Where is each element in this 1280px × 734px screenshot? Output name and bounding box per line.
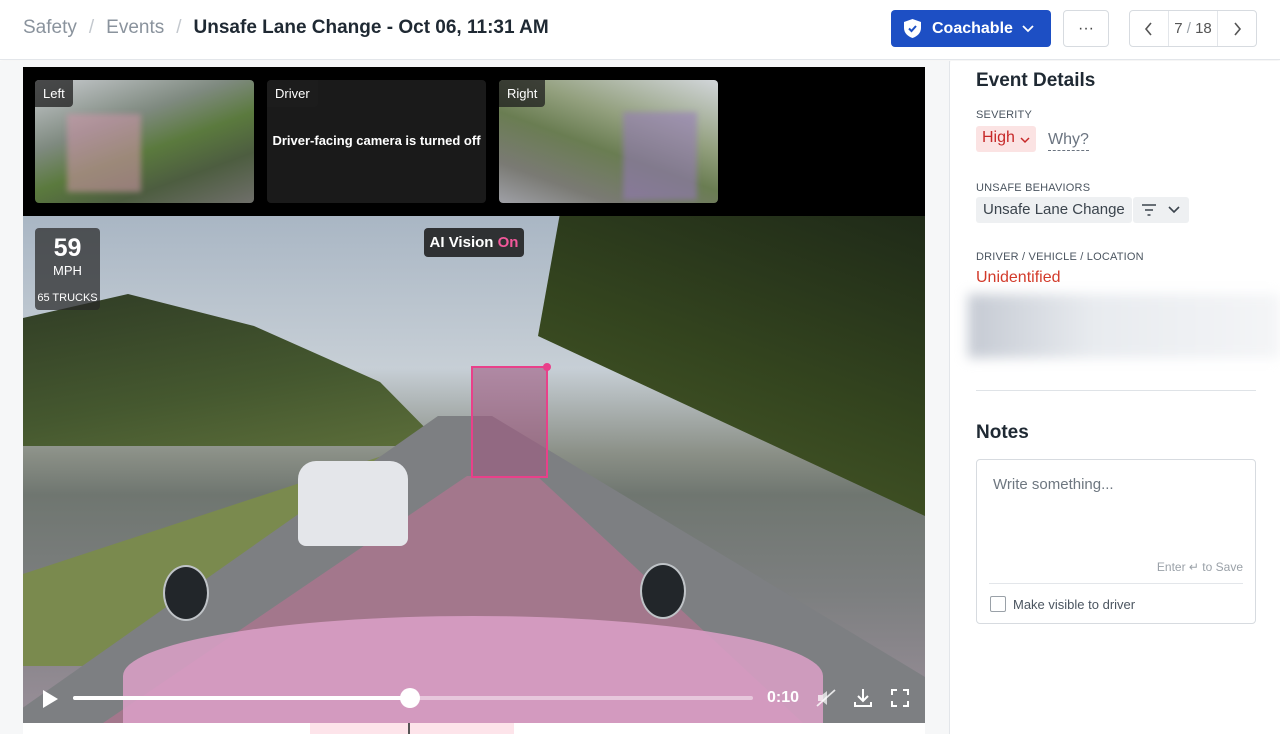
camera-thumbnail-driver[interactable]: Driver Driver-facing camera is turned of… [267,80,486,203]
event-details-heading: Event Details [976,70,1096,91]
breadcrumb: Safety / Events / Unsafe Lane Change - O… [23,17,549,39]
detection-marker [543,363,551,371]
shield-check-icon [904,19,921,38]
camera-label-right: Right [499,80,546,107]
driver-camera-off-message: Driver-facing camera is turned off [272,133,481,148]
severity-why-link[interactable]: Why? [1048,131,1089,151]
play-icon[interactable] [41,690,59,708]
visible-to-driver-label[interactable]: Make visible to driver [1013,597,1135,612]
scene-trees-left [23,294,443,446]
notes-divider [989,583,1243,584]
severity-label: SEVERITY [976,109,1033,121]
coachable-button[interactable]: Coachable [891,10,1051,47]
right-mirror [640,563,686,619]
chevron-down-icon [1022,25,1034,33]
video-time: 0:10 [767,689,800,706]
notes-input[interactable] [993,476,1239,493]
scrubber-progress [73,696,410,700]
breadcrumb-safety[interactable]: Safety [23,17,77,39]
pager-current: 7 [1174,20,1183,37]
behavior-filter-dropdown[interactable] [1133,197,1189,223]
event-timeline[interactable] [23,723,925,734]
timeline-cursor [408,723,410,734]
previous-event-button[interactable] [1130,11,1168,46]
speed-unit: MPH [53,263,82,278]
camera-strip: Left Driver Driver-facing camera is turn… [23,67,925,216]
notes-heading: Notes [976,422,1029,443]
save-hint: Enter ↵ to Save [1156,560,1243,574]
camera-label-left: Left [35,80,73,107]
camera-thumbnail-left[interactable]: Left [35,80,254,203]
video-controls: 0:10 [23,681,925,723]
driver-vehicle-location-label: DRIVER / VEHICLE / LOCATION [976,251,1144,263]
coachable-label: Coachable [932,19,1013,37]
chevron-left-icon [1144,21,1152,36]
section-divider [976,390,1256,391]
speed-value: 59 [53,234,82,262]
ai-vision-label: AI Vision [429,234,494,251]
speed-indicator: 59 MPH 65 TRUCKS [35,228,100,310]
more-options-button[interactable]: ··· [1063,10,1109,47]
breadcrumb-separator: / [88,17,95,38]
page-title: Unsafe Lane Change - Oct 06, 11:31 AM [193,17,549,38]
mute-icon[interactable] [815,687,837,709]
camera-thumbnail-right[interactable]: Right [499,80,718,203]
blurred-region [623,112,697,200]
visible-to-driver-checkbox[interactable] [990,596,1006,612]
download-icon[interactable] [852,687,874,709]
video-scrubber[interactable] [73,688,753,708]
chevron-right-icon [1234,21,1242,36]
pager-slash: / [1186,20,1191,37]
behavior-tag: Unsafe Lane Change [976,197,1132,223]
severity-value: High [982,129,1015,146]
filter-icon [1142,204,1156,216]
notes-box: Enter ↵ to Save Make visible to driver [976,459,1256,624]
next-event-button[interactable] [1218,11,1256,46]
event-range [310,723,514,734]
chevron-down-icon [1168,206,1180,214]
pager-count: 7 / 18 [1168,11,1218,46]
fullscreen-icon[interactable] [889,687,911,709]
blurred-location-preview [968,294,1280,358]
video-player: Left Driver Driver-facing camera is turn… [23,67,925,723]
scrubber-handle[interactable] [399,688,420,708]
driver-unidentified-link[interactable]: Unidentified [976,269,1061,287]
unsafe-behaviors-label: UNSAFE BEHAVIORS [976,182,1091,194]
ai-vision-state: On [497,234,519,251]
detection-box [471,363,551,478]
pager-total: 18 [1195,20,1212,37]
camera-label-driver: Driver [267,80,318,107]
severity-dropdown[interactable]: High [976,126,1036,152]
page-header: Safety / Events / Unsafe Lane Change - O… [0,0,1280,60]
event-details-panel: Event Details SEVERITY High Why? UNSAFE … [951,61,1280,734]
breadcrumb-events[interactable]: Events [106,17,164,39]
chevron-down-icon [1020,137,1030,144]
blurred-region [67,114,141,192]
scene-car [298,461,408,546]
event-pager: 7 / 18 [1129,10,1257,47]
left-mirror [163,565,209,621]
ai-vision-badge[interactable]: AI Vision On [424,228,524,257]
speed-limit: 65 TRUCKS [37,292,98,304]
video-frame[interactable]: 59 MPH 65 TRUCKS AI Vision On [23,216,925,723]
breadcrumb-separator: / [176,17,182,38]
